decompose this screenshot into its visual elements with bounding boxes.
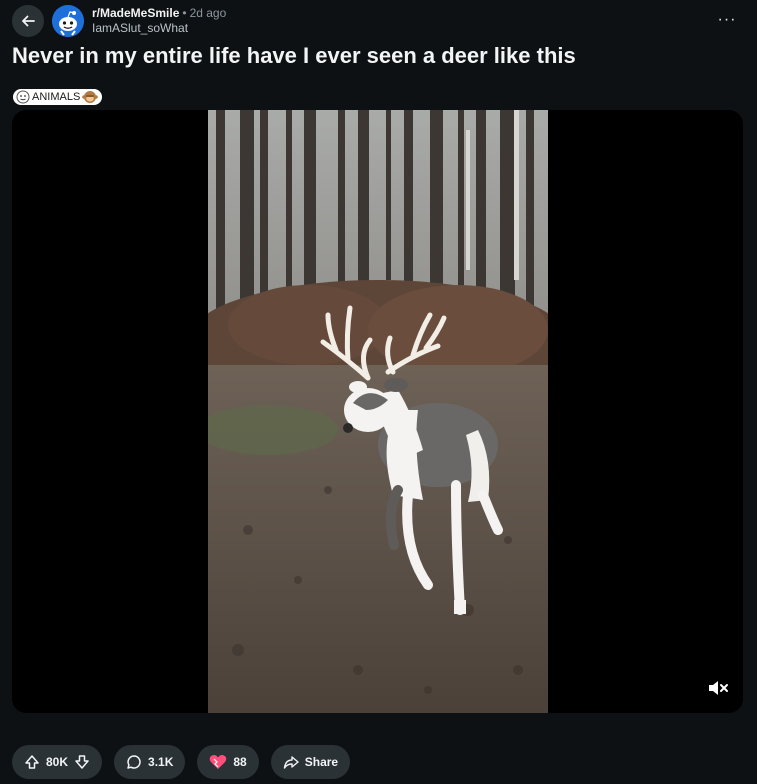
meta-row: r/MadeMeSmile • 2d ago xyxy=(92,6,226,21)
downvote-icon[interactable] xyxy=(74,754,90,770)
post-meta: r/MadeMeSmile • 2d ago IamASlut_soWhat xyxy=(92,6,226,36)
flair-emoji-icon xyxy=(16,90,30,104)
subreddit-link[interactable]: r/MadeMeSmile xyxy=(92,6,179,20)
post-time: 2d ago xyxy=(189,6,227,20)
author-link[interactable]: IamASlut_soWhat xyxy=(92,21,226,36)
more-icon: ··· xyxy=(717,11,737,28)
deer-video-image xyxy=(208,110,548,713)
comment-icon xyxy=(127,755,141,769)
flair-label: ANIMALS xyxy=(32,91,81,103)
vote-pill: 80K xyxy=(12,745,103,779)
post-page: r/MadeMeSmile • 2d ago IamASlut_soWhat ···… xyxy=(0,0,757,784)
share-label: Share xyxy=(304,755,339,769)
meta-separator: • xyxy=(182,6,187,20)
share-icon xyxy=(283,756,299,769)
award-button[interactable]: 88 xyxy=(197,745,259,779)
award-heart-icon xyxy=(210,755,227,769)
award-count: 88 xyxy=(233,755,247,769)
comments-button[interactable]: 3.1K xyxy=(114,745,186,779)
subreddit-avatar[interactable] xyxy=(52,5,84,37)
upvote-icon[interactable] xyxy=(24,754,40,770)
share-button[interactable]: Share xyxy=(270,745,351,779)
back-arrow-icon xyxy=(22,15,35,27)
action-bar: 80K 3.1K 88 Share xyxy=(12,745,351,779)
video-frame[interactable] xyxy=(208,110,548,713)
comment-count: 3.1K xyxy=(148,755,174,769)
mute-icon xyxy=(709,681,728,695)
mute-button[interactable] xyxy=(705,677,731,699)
post-title: Never in my entire life have I ever seen… xyxy=(12,43,576,68)
video-player[interactable] xyxy=(12,110,743,713)
post-flair[interactable]: ANIMALS xyxy=(13,89,103,105)
monkey-emoji-icon xyxy=(82,91,99,103)
snoo-avatar-icon xyxy=(52,5,84,37)
more-options-button[interactable]: ··· xyxy=(715,10,739,30)
vote-count: 80K xyxy=(46,755,69,769)
back-button[interactable] xyxy=(12,5,44,37)
